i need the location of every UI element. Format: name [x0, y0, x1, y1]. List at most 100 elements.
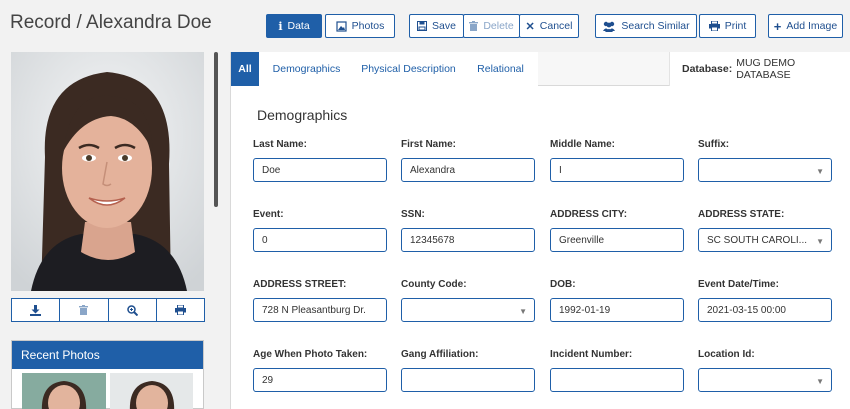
field-label: Event: [253, 209, 284, 220]
incident-number-input[interactable] [550, 368, 684, 392]
address-state-select[interactable]: SC SOUTH CAROLI... ▼ [698, 228, 832, 252]
gang-affiliation-field: Gang Affiliation: [401, 349, 535, 392]
download-photo-button[interactable] [11, 298, 61, 322]
page-title: Record / Alexandra Doe [10, 12, 212, 33]
event-input[interactable]: 0 [253, 228, 387, 252]
tab-all[interactable]: All [231, 52, 259, 86]
gang-affiliation-input[interactable] [401, 368, 535, 392]
address-street-input[interactable]: 728 N Pleasantburg Dr. [253, 298, 387, 322]
field-label: County Code: [401, 279, 467, 290]
photos-button-label: Photos [351, 20, 385, 32]
recent-photo-thumbnail[interactable] [22, 373, 106, 409]
location-id-field: Location Id: ▼ [698, 349, 832, 392]
county-code-field: County Code: ▼ [401, 279, 535, 322]
field-label: DOB: [550, 279, 576, 290]
tab-bar: All Demographics Physical Description Re… [231, 52, 850, 86]
trash-icon [469, 21, 479, 31]
delete-photo-button[interactable] [59, 298, 109, 322]
dob-field: DOB: 1992-01-19 [550, 279, 684, 322]
print-icon [174, 305, 186, 315]
record-detail-panel: All Demographics Physical Description Re… [230, 52, 850, 409]
print-icon [708, 21, 720, 31]
field-label: ADDRESS STREET: [253, 279, 347, 290]
print-photo-button[interactable] [155, 298, 205, 322]
record-page: Record / Alexandra Doe i Data Photos Sav… [0, 0, 850, 409]
event-datetime-input[interactable]: 2021-03-15 00:00 [698, 298, 832, 322]
event-datetime-field: Event Date/Time: 2021-03-15 00:00 [698, 279, 832, 322]
field-label: SSN: [401, 209, 425, 220]
field-label: ADDRESS STATE: [698, 209, 785, 220]
delete-button[interactable]: Delete [463, 14, 520, 38]
county-code-select[interactable]: ▼ [401, 298, 535, 322]
save-button-label: Save [432, 20, 456, 32]
demographics-section: Demographics Last Name: Doe First Name: … [231, 86, 850, 409]
ssn-input[interactable]: 12345678 [401, 228, 535, 252]
tab-relational[interactable]: Relational [463, 52, 538, 86]
chevron-down-icon: ▼ [816, 377, 824, 386]
address-state-field: ADDRESS STATE: SC SOUTH CAROLI... ▼ [698, 209, 832, 252]
chevron-down-icon: ▼ [816, 167, 824, 176]
photos-button[interactable]: Photos [325, 14, 395, 38]
field-label: Event Date/Time: [698, 279, 779, 290]
section-title: Demographics [257, 107, 348, 123]
field-label: ADDRESS CITY: [550, 209, 628, 220]
users-icon [603, 21, 616, 32]
zoom-icon [126, 304, 138, 316]
dob-input[interactable]: 1992-01-19 [550, 298, 684, 322]
field-label: Middle Name: [550, 139, 616, 150]
field-label: Incident Number: [550, 349, 633, 360]
search-similar-label: Search Similar [621, 20, 690, 32]
incident-number-field: Incident Number: [550, 349, 684, 392]
zoom-photo-button[interactable] [107, 298, 157, 322]
cancel-button[interactable]: ✕ Cancel [519, 14, 579, 38]
print-button[interactable]: Print [699, 14, 756, 38]
field-label: Age When Photo Taken: [253, 349, 368, 360]
ssn-field: SSN: 12345678 [401, 209, 535, 252]
chevron-down-icon: ▼ [519, 307, 527, 316]
field-label: Location Id: [698, 349, 755, 360]
first-name-input[interactable]: Alexandra [401, 158, 535, 182]
tab-physical-description[interactable]: Physical Description [354, 52, 463, 86]
field-label: Suffix: [698, 139, 730, 150]
download-icon [30, 304, 42, 316]
data-button[interactable]: i Data [266, 14, 322, 38]
panel-scrollbar[interactable] [214, 52, 218, 207]
mugshot-photo [11, 52, 204, 291]
age-when-photo-taken-input[interactable]: 29 [253, 368, 387, 392]
print-button-label: Print [724, 20, 747, 32]
info-icon: i [278, 19, 283, 33]
recent-photos-panel: Recent Photos [11, 340, 204, 409]
database-indicator: Database: MUG DEMO DATABASE [669, 52, 850, 86]
data-button-label: Data [287, 20, 310, 32]
location-id-select[interactable]: ▼ [698, 368, 832, 392]
photo-actions [11, 298, 205, 322]
address-state-value: SC SOUTH CAROLI... [707, 235, 808, 246]
delete-button-label: Delete [483, 20, 514, 32]
event-field: Event: 0 [253, 209, 387, 252]
last-name-field: Last Name: Doe [253, 139, 387, 182]
address-city-input[interactable]: Greenville [550, 228, 684, 252]
tab-demographics[interactable]: Demographics [259, 52, 354, 86]
database-label: Database: [682, 63, 733, 75]
save-icon [417, 21, 428, 31]
save-button[interactable]: Save [409, 14, 464, 38]
last-name-input[interactable]: Doe [253, 158, 387, 182]
close-icon: ✕ [525, 20, 535, 33]
suffix-field: Suffix: ▼ [698, 139, 832, 182]
address-street-field: ADDRESS STREET: 728 N Pleasantburg Dr. [253, 279, 387, 322]
add-image-button[interactable]: + Add Image [768, 14, 843, 38]
middle-name-field: Middle Name: I [550, 139, 684, 182]
image-icon [336, 20, 347, 32]
field-label: Gang Affiliation: [401, 349, 479, 360]
recent-photos-title: Recent Photos [12, 341, 203, 369]
chevron-down-icon: ▼ [816, 237, 824, 246]
trash-icon [79, 305, 89, 315]
plus-icon: + [773, 18, 782, 34]
middle-name-input[interactable]: I [550, 158, 684, 182]
search-similar-button[interactable]: Search Similar [595, 14, 697, 38]
address-city-field: ADDRESS CITY: Greenville [550, 209, 684, 252]
cancel-button-label: Cancel [539, 20, 573, 32]
suffix-select[interactable]: ▼ [698, 158, 832, 182]
database-value: MUG DEMO DATABASE [736, 57, 796, 81]
recent-photo-thumbnail[interactable] [109, 373, 193, 409]
